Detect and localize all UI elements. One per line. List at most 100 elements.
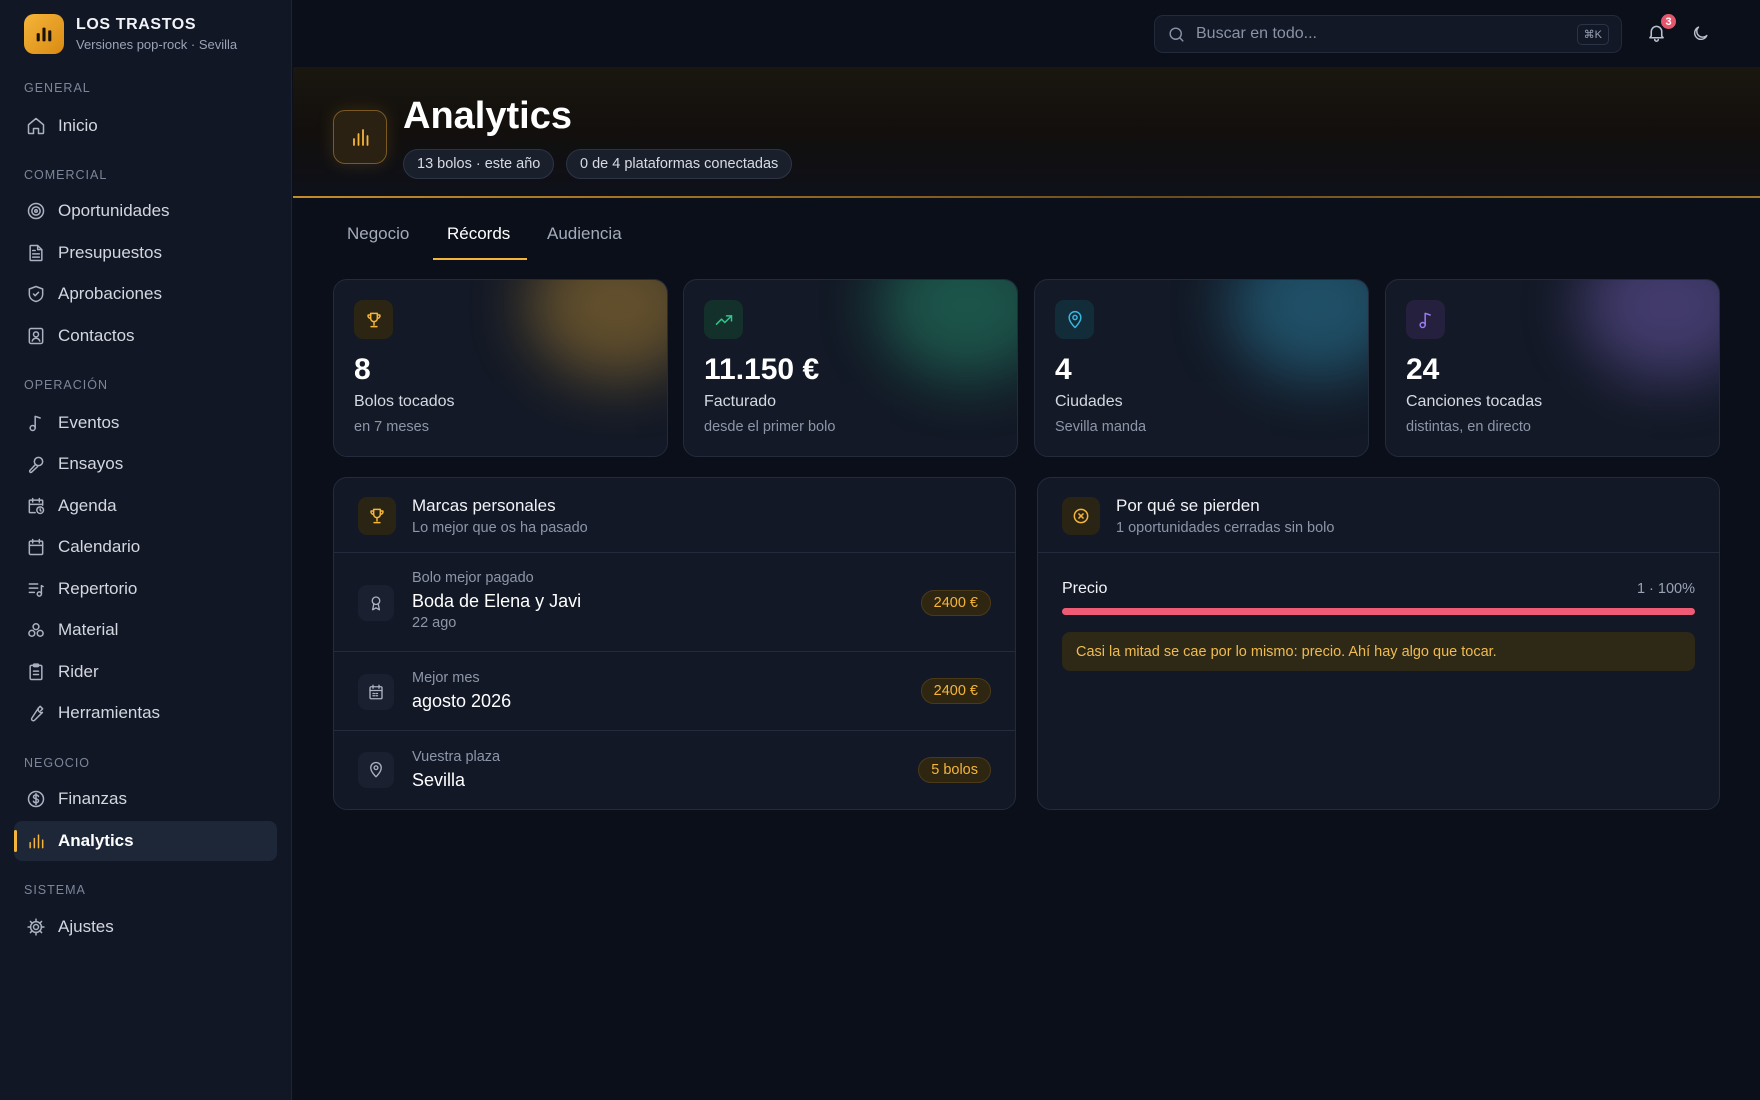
sidebar-item-label: Agenda [58,496,117,515]
sidebar-item-label: Finanzas [58,789,127,808]
stat-value: 11.150 € [704,353,820,386]
record-date: 22 ago [412,615,457,631]
tab-audiencia[interactable]: Audiencia [547,224,622,260]
stat-subtitle: Sevilla manda [1055,419,1147,435]
record-badge: 2400 € [920,590,991,616]
chip-gigs-year: 13 bolos · este año [403,149,555,179]
gear-icon [26,917,46,937]
home-icon [26,116,46,136]
panel-subtitle: 1 oportunidades cerradas sin bolo [1116,520,1335,536]
nav-section-sistema: SISTEMA [24,883,86,897]
loss-reason-bar-fill [1062,608,1695,615]
global-search[interactable]: ⌘K [1154,15,1622,53]
sidebar-item-inicio[interactable]: Inicio [14,106,277,146]
nav-section-comercial: COMERCIAL [24,168,108,182]
sidebar-item-agenda[interactable]: Agenda [14,486,277,526]
stat-card-revenue: 11.150 € Facturado desde el primer bolo [683,279,1018,457]
x-circle-icon [1062,497,1100,535]
sidebar-item-finanzas[interactable]: Finanzas [14,779,277,819]
stat-subtitle: desde el primer bolo [704,419,836,435]
sidebar-item-label: Calendario [58,537,141,556]
moon-icon [1691,24,1710,43]
loss-reason-bar [1062,608,1695,615]
sidebar-item-label: Herramientas [58,703,161,722]
calendar-icon [26,537,46,557]
theme-toggle[interactable] [1691,24,1710,43]
sidebar-item-analytics[interactable]: Analytics [14,821,277,861]
boxes-icon [26,620,46,640]
record-value: Boda de Elena y Javi [412,591,582,611]
contact-card-icon [26,326,46,346]
sidebar-item-label: Aprobaciones [58,284,162,303]
sidebar-item-eventos[interactable]: Eventos [14,403,277,443]
calendar-clock-icon [26,496,46,516]
clipboard-icon [26,662,46,682]
bar-chart-logo-icon [24,14,64,54]
panel-subtitle: Lo mejor que os ha pasado [412,520,588,536]
stat-card-cities: 4 Ciudades Sevilla manda [1034,279,1369,457]
target-icon [26,201,46,221]
nav-section-general: GENERAL [24,81,91,95]
tab-negocio[interactable]: Negocio [347,224,409,260]
sidebar-item-calendario[interactable]: Calendario [14,527,277,567]
stat-card-gigs: 8 Bolos tocados en 7 meses [333,279,668,457]
stat-card-songs: 24 Canciones tocadas distintas, en direc… [1385,279,1720,457]
brand[interactable]: LOS TRASTOS Versiones pop-rock · Sevilla [24,14,237,54]
microphone-icon [26,454,46,474]
sidebar-item-label: Rider [58,662,99,681]
wrench-icon [26,703,46,723]
sidebar-item-label: Contactos [58,326,135,345]
award-icon [358,585,394,621]
sidebar-item-label: Eventos [58,413,120,432]
sidebar-item-repertorio[interactable]: Repertorio [14,569,277,609]
trophy-icon [354,300,393,339]
shield-check-icon [26,284,46,304]
record-row[interactable]: Bolo mejor pagado Boda de Elena y Javi 2… [334,553,1015,652]
music-note-icon [1406,300,1445,339]
record-badge: 2400 € [920,678,991,704]
sidebar-item-contactos[interactable]: Contactos [14,316,277,356]
stat-label: Facturado [704,393,777,410]
sidebar-item-label: Presupuestos [58,243,162,262]
trending-up-icon [704,300,743,339]
sidebar-item-rider[interactable]: Rider [14,652,277,692]
stat-subtitle: en 7 meses [354,419,429,435]
stat-value: 8 [354,353,371,386]
sidebar-item-presupuestos[interactable]: Presupuestos [14,233,277,273]
sidebar-item-herramientas[interactable]: Herramientas [14,693,277,733]
tab-records[interactable]: Récords [447,224,510,260]
sidebar-item-oportunidades[interactable]: Oportunidades [14,191,277,231]
nav-section-operacion: OPERACIÓN [24,378,109,392]
sidebar: LOS TRASTOS Versiones pop-rock · Sevilla… [0,0,292,1100]
sidebar-item-ajustes[interactable]: Ajustes [14,907,277,947]
loss-reason-value: 1 · 100% [1636,581,1695,597]
music-list-icon [26,579,46,599]
notification-badge: 3 [1659,12,1678,31]
record-row[interactable]: Vuestra plaza Sevilla 5 bolos [334,731,1015,809]
stat-label: Bolos tocados [354,393,455,410]
calendar-icon [358,674,394,710]
nav-section-negocio: NEGOCIO [24,756,91,770]
stat-subtitle: distintas, en directo [1406,419,1531,435]
record-badge: 5 bolos [918,757,991,783]
music-note-icon [26,413,46,433]
search-icon [1167,25,1186,44]
dollar-circle-icon [26,789,46,809]
sidebar-item-label: Inicio [58,116,98,135]
records-panel: Marcas personales Lo mejor que os ha pas… [333,477,1016,810]
brand-name: LOS TRASTOS [76,16,197,33]
document-icon [26,243,46,263]
sidebar-item-ensayos[interactable]: Ensayos [14,444,277,484]
sidebar-item-material[interactable]: Material [14,610,277,650]
page-header: Analytics 13 bolos · este año 0 de 4 pla… [293,67,1760,198]
loss-reason-label: Precio [1062,580,1108,597]
bar-chart-icon [26,831,46,851]
sidebar-item-label: Material [58,620,119,639]
record-row[interactable]: Mejor mes agosto 2026 2400 € [334,652,1015,731]
sidebar-item-label: Ensayos [58,454,124,473]
map-pin-icon [1055,300,1094,339]
search-input[interactable] [1196,25,1566,43]
loss-reasons-panel: Por qué se pierden 1 oportunidades cerra… [1037,477,1720,810]
sidebar-item-aprobaciones[interactable]: Aprobaciones [14,274,277,314]
page-title: Analytics [403,95,572,137]
